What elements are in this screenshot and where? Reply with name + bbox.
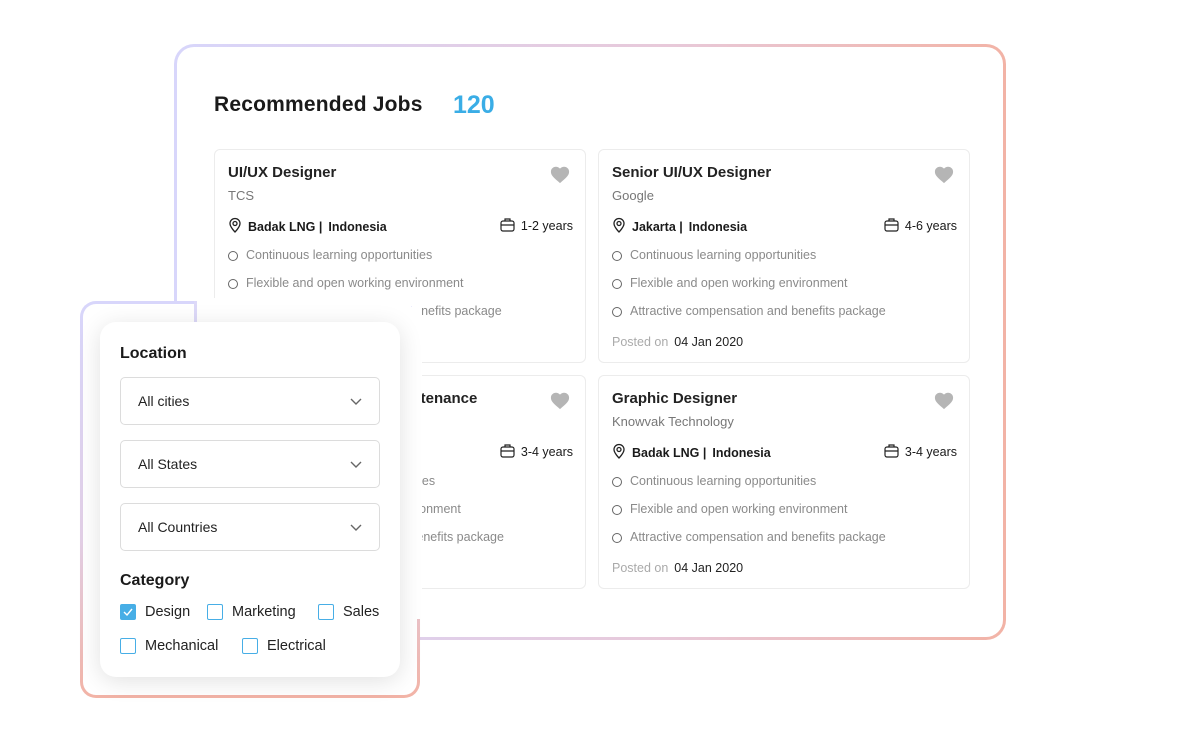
location-pin-icon [612,443,626,462]
job-title[interactable]: Graphic Designer [612,390,737,407]
category-checkbox[interactable]: Design [120,604,190,620]
job-experience: 4-6 years [884,217,957,235]
location-pin-icon [228,217,242,236]
experience: 3-4 years [904,445,957,459]
job-title[interactable]: Senior UI/UX Designer [612,164,771,181]
job-experience: 3-4 years [500,443,573,461]
benefit-text: Continuous learning opportunities [630,474,817,488]
list-item: Attractive compensation and benefits pac… [612,304,886,332]
heart-icon[interactable] [549,164,571,184]
circle-bullet-icon [612,279,622,289]
briefcase-icon [884,217,899,235]
job-title[interactable]: UI/UX Designer [228,164,336,181]
benefit-text: Flexible and open working environment [246,276,464,290]
country-select[interactable]: All Countries [120,503,380,551]
city-select[interactable]: All cities [120,377,380,425]
briefcase-icon [500,443,515,461]
list-item: Continuous learning opportunities [612,474,886,502]
job-experience: 3-4 years [884,443,957,461]
company-name: TCS [228,188,254,203]
category-label: Mechanical [145,638,219,654]
benefit-text: Continuous learning opportunities [246,248,433,262]
circle-bullet-icon [612,505,622,515]
briefcase-icon [500,217,515,235]
posted-value: 04 Jan 2020 [674,561,744,575]
location-pin-icon [612,217,626,236]
circle-bullet-icon [612,307,622,317]
benefit-text: Flexible and open working environment [630,502,848,516]
checkbox-icon[interactable] [120,638,136,654]
jobs-count: 120 [453,91,495,119]
list-item: Attractive compensation and benefits pac… [612,530,886,558]
country: Indonesia [712,445,771,460]
posted-label: Posted on [612,561,669,575]
briefcase-icon [884,443,899,461]
category-label: Electrical [267,638,326,654]
job-location: Badak LNG | Indonesia [612,443,771,462]
experience: 3-4 years [520,445,573,459]
circle-bullet-icon [612,477,622,487]
posted-date: Posted on 04 Jan 2020 [612,335,743,349]
category-heading: Category [120,572,190,589]
chevron-down-icon [350,519,362,535]
experience: 4-6 years [904,219,957,233]
benefit-text: Attractive compensation and benefits pac… [630,530,886,544]
list-item: Continuous learning opportunities [228,248,502,276]
circle-bullet-icon [612,533,622,543]
company-name: Google [612,188,654,203]
benefits-list: Continuous learning opportunities Flexibl… [612,248,886,332]
benefits-list: Continuous learning opportunities Flexibl… [612,474,886,558]
experience: 1-2 years [520,219,573,233]
posted-value: 04 Jan 2020 [674,335,744,349]
list-item: Flexible and open working environment [612,276,886,304]
chevron-down-icon [350,456,362,472]
category-checkbox[interactable]: Sales [318,604,379,620]
benefit-text: Attractive compensation and benefits pac… [630,304,886,318]
checkbox-icon[interactable] [318,604,334,620]
company-name: Knowvak Technology [612,414,734,429]
list-item: Continuous learning opportunities [612,248,886,276]
posted-date: Posted on 04 Jan 2020 [612,561,743,575]
heart-icon[interactable] [549,390,571,410]
checkbox-checked-icon[interactable] [120,604,136,620]
location-heading: Location [120,345,187,362]
heart-icon[interactable] [933,390,955,410]
job-card[interactable]: Graphic Designer Knowvak Technology Badak … [598,375,970,589]
posted-label: Posted on [612,335,669,349]
checkbox-icon[interactable] [207,604,223,620]
category-checkbox[interactable]: Electrical [242,638,326,654]
benefit-text: Continuous learning opportunities [630,248,817,262]
job-location: Badak LNG | Indonesia [228,217,387,236]
circle-bullet-icon [228,251,238,261]
city: Badak LNG | [248,219,323,234]
category-label: Design [145,604,191,620]
category-label: Sales [343,604,380,620]
country-select-value: All Countries [138,519,218,535]
chevron-down-icon [350,393,362,409]
filter-panel: Location All cities All States All Count… [100,322,400,677]
circle-bullet-icon [228,279,238,289]
page-title: Recommended Jobs [214,93,423,116]
list-item: Flexible and open working environment [612,502,886,530]
city: Badak LNG | [632,445,707,460]
checkbox-icon[interactable] [242,638,258,654]
country: Indonesia [328,219,387,234]
category-checkbox[interactable]: Mechanical [120,638,218,654]
country: Indonesia [688,219,748,234]
benefit-text: Flexible and open working environment [630,276,848,290]
category-checkbox[interactable]: Marketing [207,604,296,620]
city: Jakarta | [632,219,683,234]
job-location: Jakarta | Indonesia [612,217,747,236]
job-experience: 1-2 years [500,217,573,235]
category-label: Marketing [232,604,296,620]
city-select-value: All cities [138,393,190,409]
state-select-value: All States [138,456,198,472]
circle-bullet-icon [612,251,622,261]
state-select[interactable]: All States [120,440,380,488]
job-card[interactable]: Senior UI/UX Designer Google Jakarta | Indo… [598,149,970,363]
heart-icon[interactable] [933,164,955,184]
